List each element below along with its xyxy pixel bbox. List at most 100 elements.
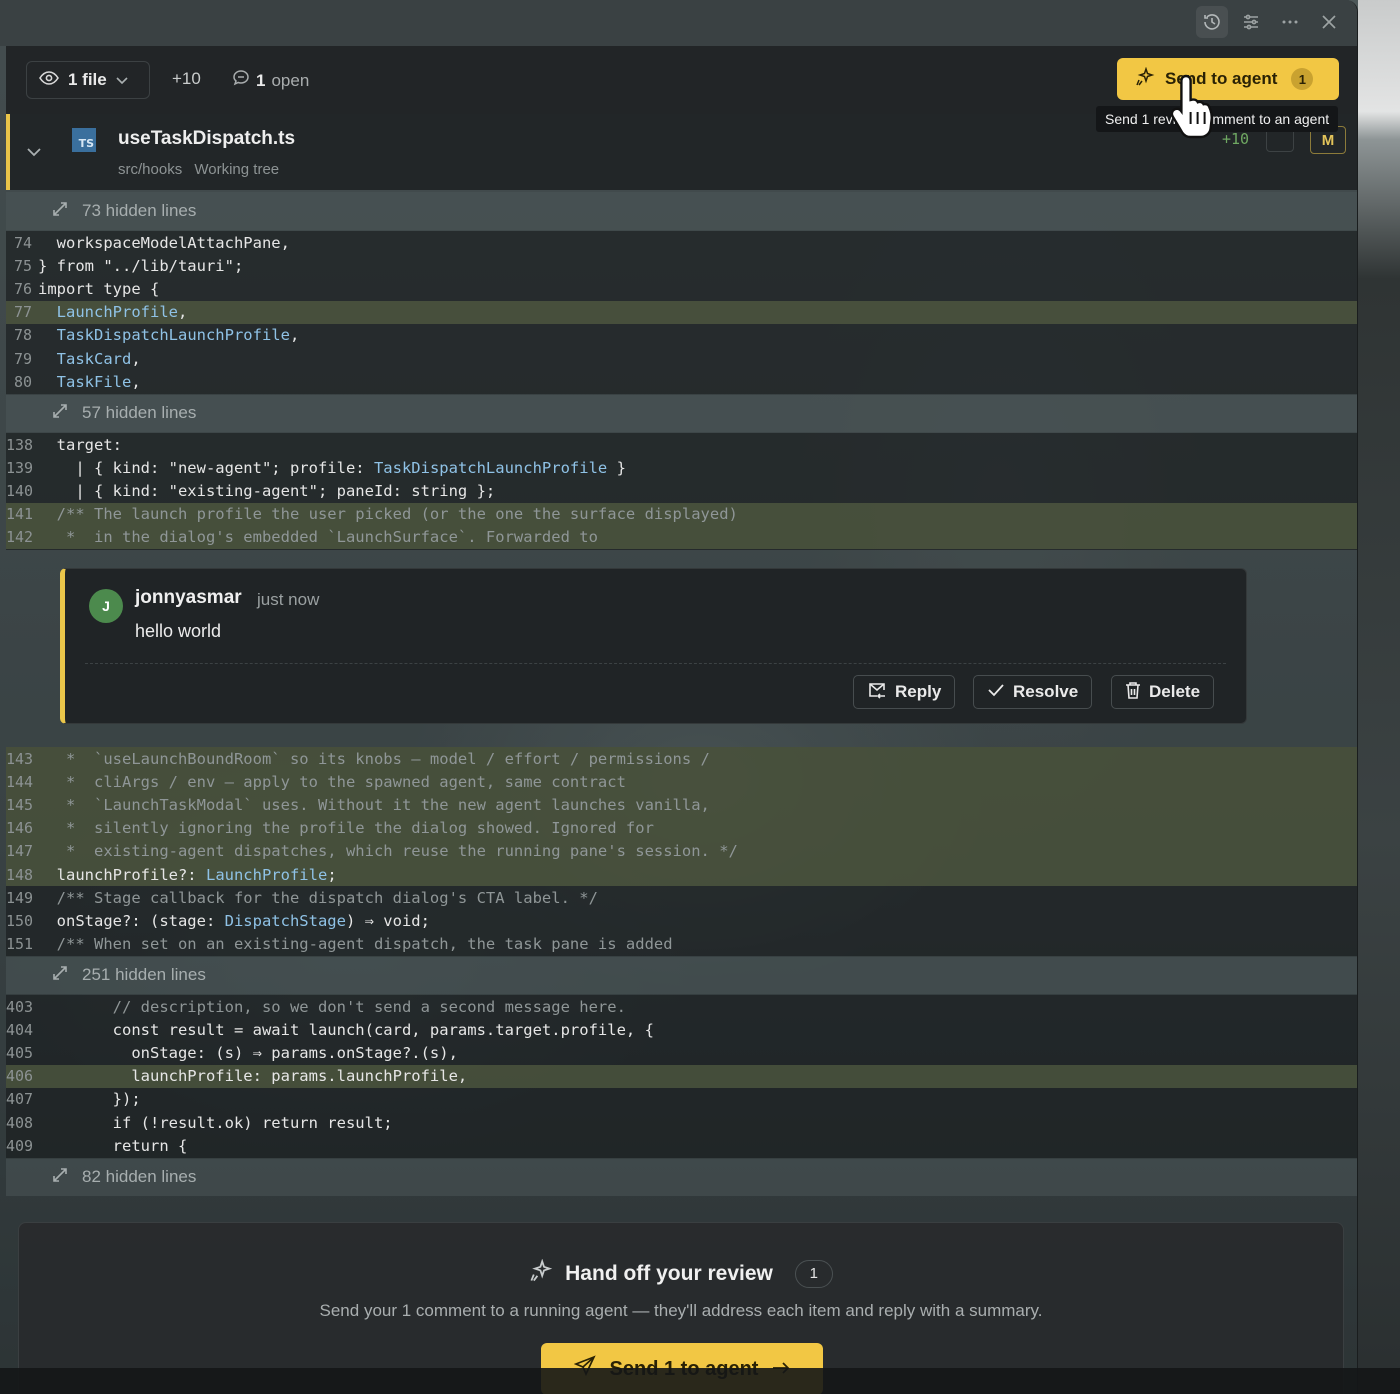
code-line[interactable]: 78 TaskDispatchLaunchProfile, [6, 324, 1357, 347]
line-number: 79 [13, 349, 32, 368]
expand-icon [50, 1165, 70, 1190]
delete-button[interactable]: Delete [1111, 675, 1215, 709]
open-comments[interactable]: 1 open [232, 69, 309, 92]
expand-icon [50, 401, 70, 426]
line-number: 80 [13, 372, 32, 391]
reply-icon [867, 681, 887, 704]
sparkle-icon [1135, 66, 1155, 92]
code-line[interactable]: 80 TaskFile, [6, 370, 1357, 393]
code-text: TaskFile, [56, 372, 141, 391]
line-number: 405 [6, 1043, 34, 1062]
line-number: 403 [6, 997, 34, 1016]
sparkle-icon [529, 1258, 553, 1288]
hidden-lines-label: 82 hidden lines [82, 1167, 197, 1186]
history-icon[interactable] [1196, 6, 1228, 38]
code-line[interactable]: 75} from "../lib/tauri"; [6, 254, 1357, 277]
code-text: TaskDispatchLaunchProfile, [56, 326, 300, 345]
line-number: 151 [6, 935, 34, 954]
code-line[interactable]: 405 onStage: (s) ⇒ params.onStage?.(s), [6, 1041, 1357, 1064]
send-to-agent-button[interactable]: Send to agent 1 [1117, 58, 1339, 100]
code-line[interactable]: 77 LaunchProfile, [6, 300, 1357, 324]
line-number: 139 [6, 458, 34, 477]
code-text: * existing-agent dispatches, which reuse… [38, 842, 738, 861]
code-line[interactable]: 144 * cliArgs / env — apply to the spawn… [6, 770, 1357, 794]
avatar: J [89, 589, 123, 623]
line-number: 408 [6, 1113, 34, 1132]
file-path: src/hooks Working tree [118, 161, 287, 178]
code-line[interactable]: 403 // description, so we don't send a s… [6, 995, 1357, 1018]
line-number: 143 [6, 749, 34, 768]
hidden-lines-row[interactable]: 57 hidden lines [6, 394, 1357, 432]
code-line[interactable]: 150 onStage?: (stage: DispatchStage) ⇒ v… [6, 909, 1357, 932]
hidden-lines-row[interactable]: 82 hidden lines [6, 1158, 1357, 1196]
code-line[interactable]: 74 workspaceModelAttachPane, [6, 231, 1357, 254]
code-line[interactable]: 404 const result = await launch(card, pa… [6, 1018, 1357, 1041]
code-line[interactable]: 146 * silently ignoring the profile the … [6, 816, 1357, 840]
code-line[interactable]: 407 }); [6, 1088, 1357, 1111]
code-line[interactable]: 143 * `useLaunchBoundRoom` so its knobs … [6, 747, 1357, 771]
code-line[interactable]: 76 import type { [6, 277, 1357, 300]
line-number: 140 [6, 481, 34, 500]
line-number: 75 [13, 256, 32, 275]
window-edge [1358, 0, 1400, 1394]
line-number: 404 [6, 1020, 34, 1039]
hidden-lines-row[interactable]: 73 hidden lines [6, 192, 1357, 230]
code-line[interactable]: 409 return { [6, 1134, 1357, 1157]
code-line[interactable]: 151 /** When set on an existing-agent di… [6, 933, 1357, 956]
code-text: launchProfile?: LaunchProfile; [38, 865, 337, 884]
hidden-lines-label: 57 hidden lines [82, 403, 197, 422]
code-block: 143 * `useLaunchBoundRoom` so its knobs … [6, 747, 1357, 957]
line-number: 138 [6, 435, 34, 454]
file-additions: +10 [1222, 130, 1250, 148]
typescript-file-icon: TS [72, 128, 96, 152]
code-text: TaskCard, [56, 349, 141, 368]
code-line[interactable]: 79 TaskCard, [6, 347, 1357, 370]
line-number: 76 [13, 279, 32, 298]
code-text: onStage?: (stage: DispatchStage) ⇒ void; [38, 911, 430, 930]
code-line[interactable]: 408 if (!result.ok) return result; [6, 1111, 1357, 1134]
code-text: * silently ignoring the profile the dial… [38, 819, 654, 838]
line-number: 406 [6, 1067, 34, 1086]
code-line[interactable]: 141 /** The launch profile the user pick… [6, 502, 1357, 526]
code-line[interactable]: 147 * existing-agent dispatches, which r… [6, 839, 1357, 863]
code-text: * cliArgs / env — apply to the spawned a… [38, 772, 626, 791]
code-text: * `LaunchTaskModal` uses. Without it the… [38, 795, 710, 814]
chevron-down-icon[interactable] [26, 144, 42, 162]
trash-icon [1125, 681, 1141, 704]
comment-divider [85, 663, 1226, 664]
resolve-button[interactable]: Resolve [973, 675, 1093, 709]
line-number: 147 [6, 842, 34, 861]
code-line[interactable]: 145 * `LaunchTaskModal` uses. Without it… [6, 793, 1357, 817]
code-text: LaunchProfile, [56, 303, 188, 322]
code-line[interactable]: 138 target: [6, 433, 1357, 456]
additions-count: +10 [172, 69, 201, 88]
sliders-icon[interactable] [1235, 6, 1267, 38]
code-text: target: [38, 435, 122, 454]
files-dropdown[interactable]: 1 file [26, 61, 150, 99]
code-line[interactable]: 406 launchProfile: params.launchProfile, [6, 1064, 1357, 1088]
code-line[interactable]: 148 launchProfile?: LaunchProfile; [6, 862, 1357, 887]
code-text: return { [38, 1136, 188, 1155]
comment-author[interactable]: jonnyasmar [135, 587, 242, 609]
open-count-number: 1 [256, 70, 266, 90]
close-icon[interactable] [1313, 6, 1345, 38]
expand-icon [50, 199, 70, 224]
code-text: // description, so we don't send a secon… [38, 997, 626, 1016]
hidden-lines-row[interactable]: 251 hidden lines [6, 956, 1357, 994]
chevron-down-icon [116, 70, 128, 90]
file-dir: src/hooks [118, 161, 183, 178]
code-line[interactable]: 139 | { kind: "new-agent"; profile: Task… [6, 456, 1357, 479]
line-number: 74 [13, 233, 32, 252]
line-number: 407 [6, 1090, 34, 1109]
handoff-subtitle: Send your 1 comment to a running agent —… [319, 1301, 1043, 1320]
delete-label: Delete [1149, 682, 1201, 701]
code-line[interactable]: 140 | { kind: "existing-agent"; paneId: … [6, 479, 1357, 502]
code-text: | { kind: "existing-agent"; paneId: stri… [38, 481, 496, 500]
eye-icon [39, 70, 59, 90]
review-panel: 1 file +10 1 open Send to agent 1 Send 1… [0, 0, 1358, 1394]
reply-button[interactable]: Reply [853, 675, 956, 709]
code-line[interactable]: 149 /** Stage callback for the dispatch … [6, 886, 1357, 909]
open-label: open [271, 70, 310, 90]
more-icon[interactable] [1274, 6, 1306, 38]
code-line[interactable]: 142 * in the dialog's embedded `LaunchSu… [6, 525, 1357, 549]
